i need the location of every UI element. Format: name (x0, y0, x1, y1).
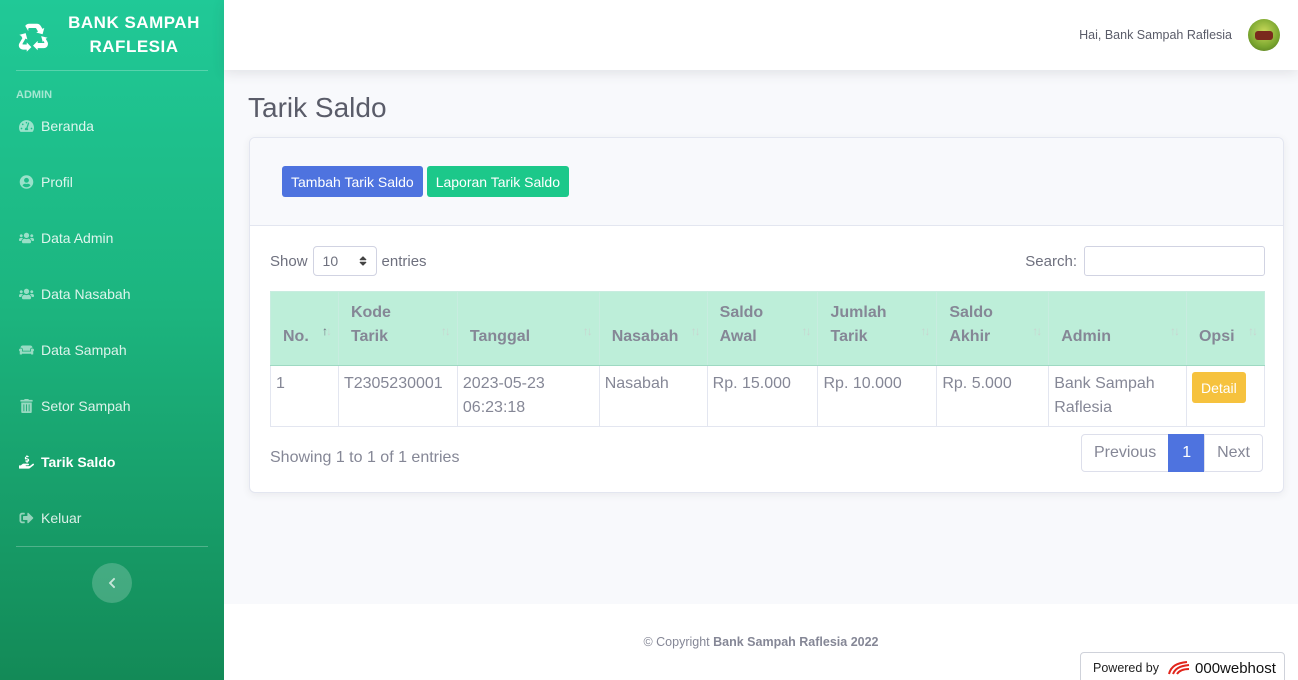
sort-icon: ↑↓ (440, 324, 451, 338)
avatar[interactable] (1248, 19, 1280, 51)
pagination-page-1[interactable]: 1 (1168, 434, 1206, 472)
cell-admin: Bank Sampah Raflesia (1048, 365, 1187, 427)
detail-button[interactable]: Detail (1191, 372, 1246, 403)
sidebar-item-label: Profil (41, 174, 73, 190)
tarik-saldo-table: No. ↑↓ Kode Tarik ↑↓ Tanggal ↑↓ Nasabah ↑↓ Sa… (270, 291, 1266, 427)
users-icon (17, 231, 35, 245)
cell-jumlah-tarik: Rp. 10.000 (817, 365, 938, 427)
entries-length: Show 10 entries (270, 246, 427, 276)
column-header-no[interactable]: No. ↑↓ (270, 291, 339, 366)
column-header-nasabah[interactable]: Nasabah ↑↓ (598, 291, 708, 366)
sidebar-item-label: Beranda (41, 118, 94, 134)
cell-nasabah: Nasabah (598, 365, 708, 427)
entries-select-value: 10 (322, 253, 339, 269)
powered-by-label: Powered by (1093, 661, 1160, 675)
search-filter: Search: (1025, 246, 1265, 276)
user-greeting[interactable]: Hai, Bank Sampah Raflesia (1079, 28, 1232, 42)
sidebar-item-keluar[interactable]: Keluar (0, 490, 224, 546)
sidebar-item-label: Setor Sampah (41, 398, 131, 414)
dashboard-icon (17, 119, 35, 133)
user-circle-icon (17, 175, 35, 189)
column-header-jumlah-tarik[interactable]: Jumlah Tarik ↑↓ (817, 291, 938, 366)
sort-icon: ↑↓ (1248, 324, 1258, 338)
sidebar-toggle-button[interactable] (92, 563, 132, 603)
sort-icon: ↑↓ (920, 324, 930, 338)
sidebar-item-data-sampah[interactable]: Data Sampah (0, 322, 224, 378)
recycle-icon (18, 23, 48, 52)
column-header-admin[interactable]: Admin ↑↓ (1048, 291, 1187, 366)
sidebar-item-label: Data Nasabah (41, 286, 131, 302)
entries-select[interactable]: 10 (312, 246, 377, 276)
sidebar-item-setor-sampah[interactable]: Setor Sampah (0, 378, 224, 434)
tarik-saldo-card: Tambah Tarik Saldo Laporan Tarik Saldo S… (249, 137, 1284, 493)
table-header-row: No. ↑↓ Kode Tarik ↑↓ Tanggal ↑↓ Nasabah ↑↓ Sa… (270, 291, 1266, 366)
brand-line-1: BANK SAMPAH (68, 13, 200, 32)
chevron-left-icon (108, 577, 116, 589)
add-tarik-saldo-button[interactable]: Tambah Tarik Saldo (282, 166, 423, 197)
sort-icon: ↑↓ (801, 324, 811, 338)
pagination-previous-button[interactable]: Previous (1080, 434, 1170, 472)
sort-icon: ↑↓ (582, 324, 593, 338)
sidebar-item-profil[interactable]: Profil (0, 154, 224, 210)
card-header: Tambah Tarik Saldo Laporan Tarik Saldo (250, 138, 1283, 226)
pagination: Previous 1 Next (1080, 434, 1263, 472)
column-header-saldo-awal[interactable]: Saldo Awal ↑↓ (706, 291, 819, 366)
cell-no: 1 (270, 365, 339, 427)
sidebar: BANK SAMPAH RAFLESIA ADMIN Beranda Profi… (0, 0, 224, 680)
datatable-controls: Show 10 entries Search: (270, 246, 1265, 276)
column-header-opsi[interactable]: Opsi ↑↓ (1185, 291, 1266, 366)
sign-out-icon (17, 511, 35, 525)
powered-by-badge[interactable]: Powered by 000webhost (1080, 652, 1285, 680)
report-tarik-saldo-button[interactable]: Laporan Tarik Saldo (426, 166, 569, 197)
sort-icon: ↑↓ (1032, 324, 1042, 338)
show-label: Show (270, 252, 308, 270)
users-group-icon (17, 287, 35, 301)
webhost-logo-icon (1168, 661, 1190, 675)
column-header-tanggal[interactable]: Tanggal ↑↓ (456, 291, 600, 366)
copyright-prefix: © Copyright (643, 635, 710, 649)
sidebar-item-label: Keluar (41, 510, 82, 526)
page-title: Tarik Saldo (248, 92, 387, 123)
sidebar-item-label: Tarik Saldo (41, 454, 116, 470)
sort-icon: ↑↓ (321, 324, 332, 338)
sidebar-item-label: Data Sampah (41, 342, 127, 358)
sidebar-item-beranda[interactable]: Beranda (0, 98, 224, 154)
cell-saldo-akhir: Rp. 5.000 (936, 365, 1050, 427)
column-header-kode-tarik[interactable]: Kode Tarik ↑↓ (337, 291, 458, 366)
copyright-owner: Bank Sampah Raflesia 2022 (713, 635, 879, 649)
search-label: Search: (1025, 252, 1077, 270)
copyright: © Copyright Bank Sampah Raflesia 2022 (224, 635, 1298, 649)
entries-label: entries (381, 252, 427, 270)
cell-tanggal: 2023-05-23 06:23:18 (456, 365, 600, 427)
trash-icon (17, 399, 35, 413)
cell-kode-tarik: T2305230001 (337, 365, 458, 427)
hand-holding-icon (17, 455, 35, 469)
sidebar-item-data-nasabah[interactable]: Data Nasabah (0, 266, 224, 322)
cell-opsi: Detail (1185, 365, 1266, 427)
brand[interactable]: BANK SAMPAH RAFLESIA (0, 0, 224, 70)
sort-icon: ↑↓ (1169, 324, 1180, 338)
brand-line-2: RAFLESIA (89, 37, 179, 56)
table-row: 1 T2305230001 2023-05-23 06:23:18 Nasabah… (270, 365, 1266, 427)
column-header-saldo-akhir[interactable]: Saldo Akhir ↑↓ (936, 291, 1050, 366)
sidebar-item-label: Data Admin (41, 230, 114, 246)
sidebar-item-data-admin[interactable]: Data Admin (0, 210, 224, 266)
cell-saldo-awal: Rp. 15.000 (706, 365, 819, 427)
sort-updown-icon (359, 256, 366, 266)
sort-icon: ↑↓ (690, 324, 701, 338)
topbar: Hai, Bank Sampah Raflesia (224, 0, 1298, 70)
webhost-name: 000webhost (1195, 659, 1276, 677)
search-input[interactable] (1084, 246, 1265, 276)
couch-icon (17, 343, 35, 357)
sidebar-item-tarik-saldo[interactable]: Tarik Saldo (0, 434, 224, 490)
table-info: Showing 1 to 1 of 1 entries (270, 449, 460, 466)
pagination-next-button[interactable]: Next (1204, 434, 1263, 472)
